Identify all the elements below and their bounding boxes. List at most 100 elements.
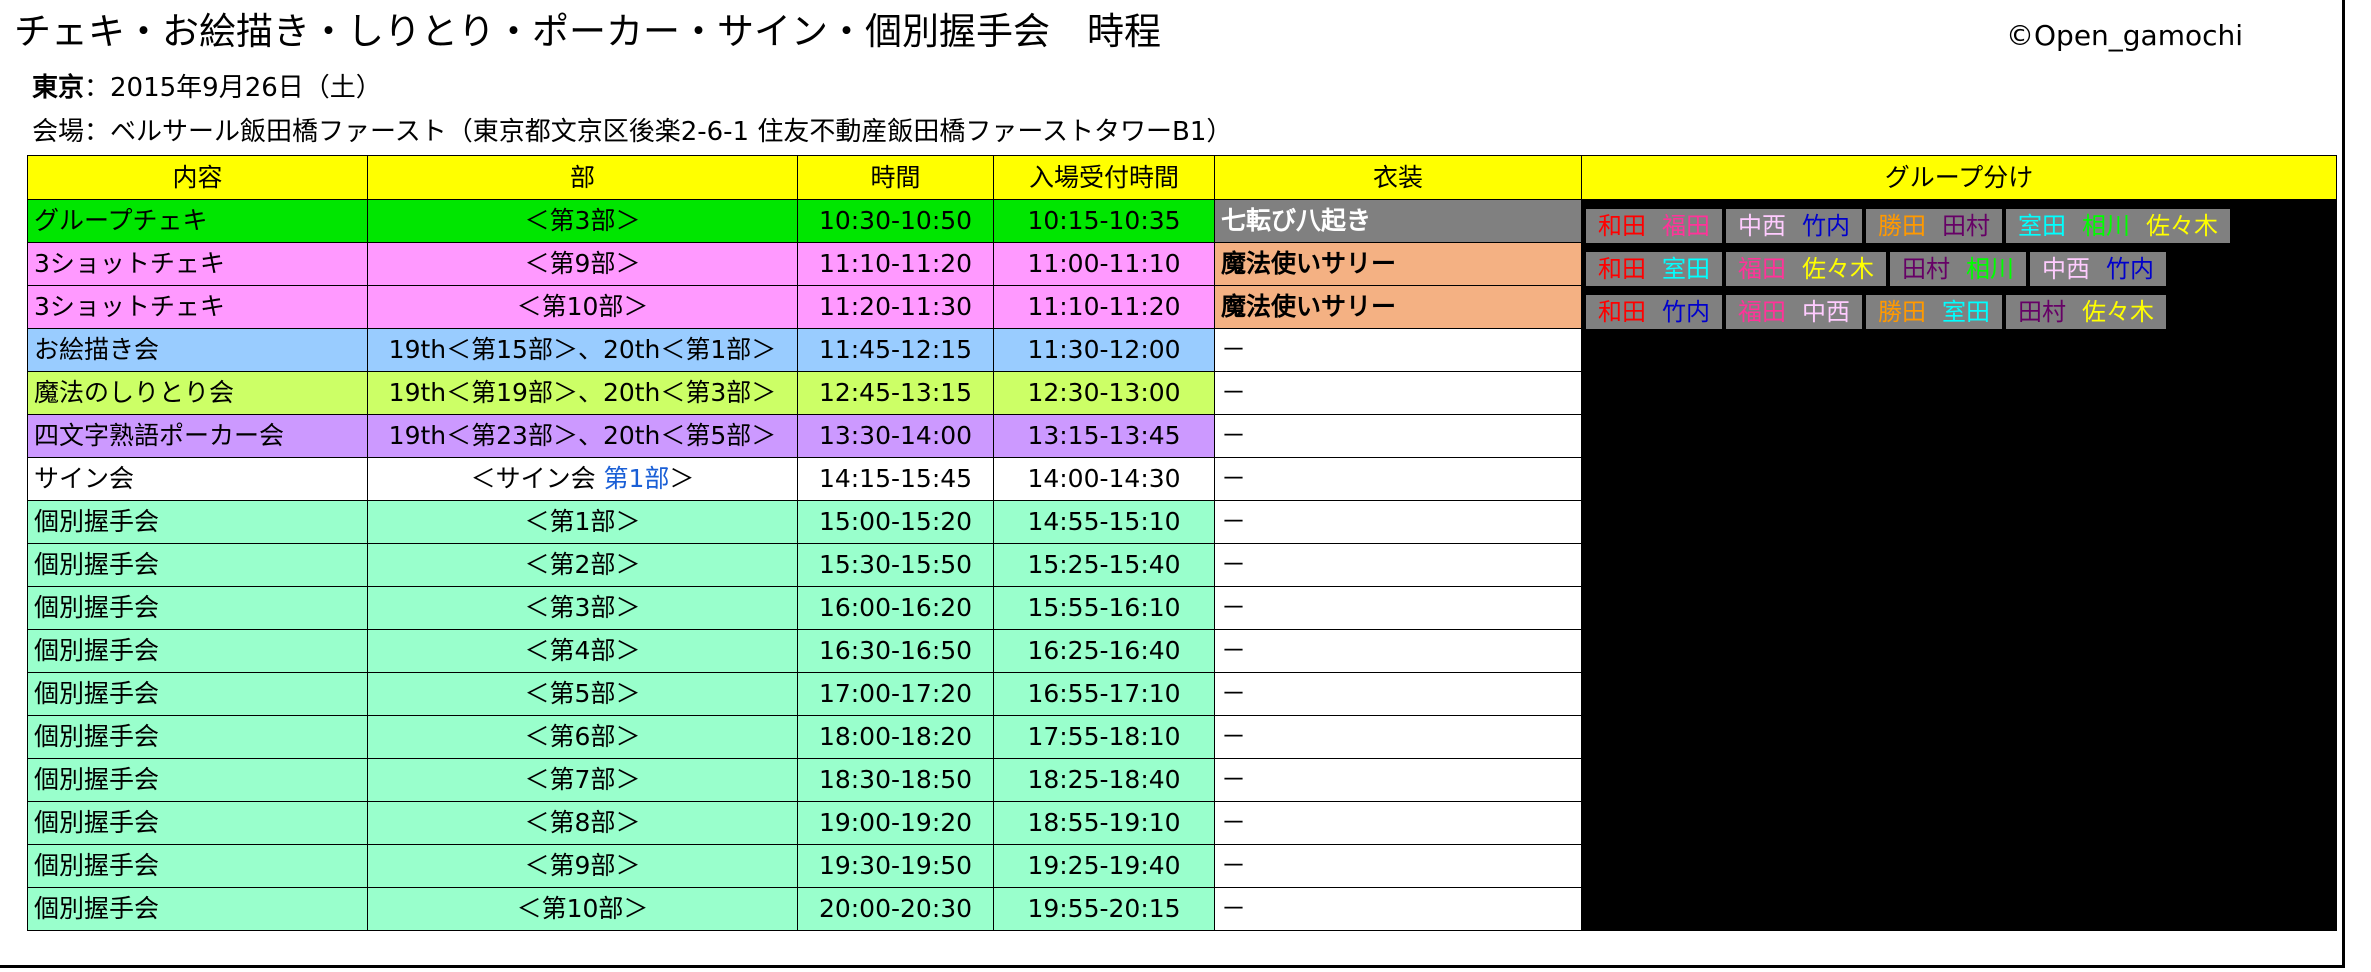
date-line: 東京：2015年9月26日（土） [32,70,382,106]
cell-costume: － [1214,500,1582,544]
group-box: 室田 相川 佐々木 [2004,206,2232,245]
group-member: 相川 [2082,211,2130,240]
cell-costume: － [1214,629,1582,673]
group-box: 中西 竹内 [2028,249,2168,288]
cell-content: 個別握手会 [27,887,368,931]
cell-part: 19th＜第23部＞、20th＜第5部＞ [367,414,798,458]
header-reception: 入場受付時間 [993,155,1215,200]
cell-reception: 14:00-14:30 [993,457,1215,501]
cell-reception: 18:55-19:10 [993,801,1215,845]
group-member: 和田 [1598,254,1646,283]
group-box: 勝田 田村 [1864,206,2004,245]
cell-content: 個別握手会 [27,715,368,759]
group-box: 和田 竹内 [1584,292,1724,331]
group-member: 室田 [1662,254,1710,283]
cell-group: 和田 福田 中西 竹内 勝田 田村 室田 相川 佐々木 和田 室田 福田 佐々木 田村 相川 中西 竹内 和田 竹内… [1581,199,2337,931]
cell-costume: － [1214,672,1582,716]
cell-content: 個別握手会 [27,801,368,845]
part-link[interactable]: 第1部 [604,464,670,493]
cell-time: 17:00-17:20 [797,672,994,716]
group-member: 田村 [1902,254,1950,283]
part-prefix: ＜サイン会 [470,464,604,493]
cell-costume: － [1214,457,1582,501]
cell-part: ＜第2部＞ [367,543,798,587]
cell-time: 10:30-10:50 [797,199,994,243]
cell-reception: 17:55-18:10 [993,715,1215,759]
group-box: 中西 竹内 [1724,206,1864,245]
cell-reception: 13:15-13:45 [993,414,1215,458]
cell-content: 個別握手会 [27,844,368,888]
group-member: 田村 [2018,297,2066,326]
group-member: 田村 [1942,211,1990,240]
cell-content: サイン会 [27,457,368,501]
group-member: 福田 [1738,254,1786,283]
cell-reception: 15:55-16:10 [993,586,1215,630]
part-suffix: ＞ [669,464,695,493]
cell-costume: － [1214,328,1582,372]
cell-part: ＜第5部＞ [367,672,798,716]
table-header-row: 内容 部 時間 入場受付時間 衣装 グループ分け [27,155,2337,200]
cell-reception: 10:15-10:35 [993,199,1215,243]
cell-reception: 16:25-16:40 [993,629,1215,673]
cell-reception: 12:30-13:00 [993,371,1215,415]
group-member: 和田 [1598,297,1646,326]
cell-part: 19th＜第15部＞、20th＜第1部＞ [367,328,798,372]
cell-time: 12:45-13:15 [797,371,994,415]
cell-costume: － [1214,887,1582,931]
cell-time: 11:10-11:20 [797,242,994,286]
cell-reception: 19:25-19:40 [993,844,1215,888]
group-box: 田村 佐々木 [2004,292,2168,331]
group-member: 佐々木 [2146,211,2218,240]
cell-costume: － [1214,414,1582,458]
group-member: 福田 [1662,211,1710,240]
table-row: グループチェキ ＜第3部＞ 10:30-10:50 10:15-10:35 七転び八起き… [27,199,2337,931]
cell-part: ＜第3部＞ [367,199,798,243]
cell-costume: － [1214,543,1582,587]
group-member: 室田 [1942,297,1990,326]
cell-part: ＜第4部＞ [367,629,798,673]
schedule-table: 内容 部 時間 入場受付時間 衣装 グループ分け グループチェキ ＜第3部＞ 10:… [27,155,2337,931]
header-content: 内容 [27,155,368,200]
group-member: 佐々木 [2082,297,2154,326]
venue-line: 会場：ベルサール飯田橋ファースト（東京都文京区後楽2-6-1 住友不動産飯田橋フ… [32,117,1233,147]
cell-costume: － [1214,371,1582,415]
cell-content: 個別握手会 [27,543,368,587]
cell-reception: 11:10-11:20 [993,285,1215,329]
cell-part: ＜第9部＞ [367,242,798,286]
page-title: チェキ・お絵描き・しりとり・ポーカー・サイン・個別握手会 時程 [14,10,1161,53]
cell-time: 18:30-18:50 [797,758,994,802]
cell-part: ＜第1部＞ [367,500,798,544]
group-member: 竹内 [1662,297,1710,326]
cell-time: 14:15-15:45 [797,457,994,501]
group-member: 中西 [1738,211,1786,240]
cell-time: 16:00-16:20 [797,586,994,630]
cell-time: 11:45-12:15 [797,328,994,372]
group-box: 和田 室田 [1584,249,1724,288]
cell-reception: 18:25-18:40 [993,758,1215,802]
cell-content: 3ショットチェキ [27,242,368,286]
group-member: 福田 [1738,297,1786,326]
cell-costume: － [1214,801,1582,845]
cell-part: ＜第10部＞ [367,285,798,329]
group-member: 竹内 [1802,211,1850,240]
cell-part: ＜第9部＞ [367,844,798,888]
group-member: 中西 [2042,254,2090,283]
cell-part: ＜第6部＞ [367,715,798,759]
group-member: 勝田 [1878,211,1926,240]
cell-costume: － [1214,715,1582,759]
cell-content: 四文字熟語ポーカー会 [27,414,368,458]
cell-part: ＜第8部＞ [367,801,798,845]
group-member: 和田 [1598,211,1646,240]
header-costume: 衣装 [1214,155,1582,200]
cell-content: グループチェキ [27,199,368,243]
cell-costume: 魔法使いサリー [1214,285,1582,329]
cell-content: 個別握手会 [27,672,368,716]
cell-costume: 魔法使いサリー [1214,242,1582,286]
group-box: 勝田 室田 [1864,292,2004,331]
group-line: 和田 竹内 福田 中西 勝田 室田 田村 佐々木 [1583,290,2336,333]
event-date: ：2015年9月26日（土） [84,73,382,103]
group-box: 福田 中西 [1724,292,1864,331]
cell-reception: 15:25-15:40 [993,543,1215,587]
cell-reception: 19:55-20:15 [993,887,1215,931]
group-box: 和田 福田 [1584,206,1724,245]
